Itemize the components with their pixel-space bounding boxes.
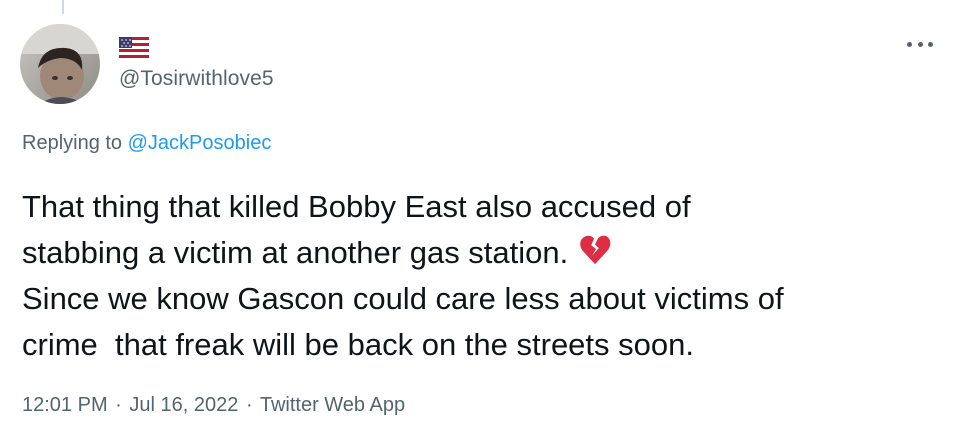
tweet-text-line: That thing that killed Bobby East also a… xyxy=(22,189,691,224)
avatar[interactable] xyxy=(20,24,100,104)
more-dot xyxy=(928,41,933,47)
more-dot xyxy=(917,41,923,47)
tweet-source-link[interactable]: Twitter Web App xyxy=(260,394,405,416)
broken-heart-icon xyxy=(578,233,612,267)
tweet-time-link[interactable]: 12:01 PM xyxy=(22,394,108,416)
tweet-text-line-with-emoji: stabbing a victim at another gas station… xyxy=(22,230,952,276)
tweet-text-line: crime that freak will be back on the str… xyxy=(22,327,694,362)
us-flag-icon xyxy=(119,37,149,58)
replying-to: Replying to @JackPosobiec xyxy=(22,132,271,155)
thread-connector-line xyxy=(62,0,64,14)
tweet-metadata: 12:01 PM · Jul 16, 2022 · Twitter Web Ap… xyxy=(22,394,405,417)
replying-to-mention-link[interactable]: @JackPosobiec xyxy=(128,132,272,154)
tweet-text-line: stabbing a victim at another gas station… xyxy=(22,235,569,270)
tweet-text: That thing that killed Bobby East also a… xyxy=(22,184,952,368)
separator-dot: · xyxy=(245,394,253,416)
tweet-text-line: Since we know Gascon could care less abo… xyxy=(22,281,784,316)
user-handle[interactable]: @Tosirwithlove5 xyxy=(119,67,274,91)
replying-prefix: Replying to xyxy=(22,132,128,154)
more-options-icon[interactable] xyxy=(903,34,937,54)
more-dot xyxy=(907,41,912,47)
avatar-photo xyxy=(20,24,100,104)
separator-dot: · xyxy=(115,394,122,416)
tweet-date-link[interactable]: Jul 16, 2022 xyxy=(129,394,238,416)
